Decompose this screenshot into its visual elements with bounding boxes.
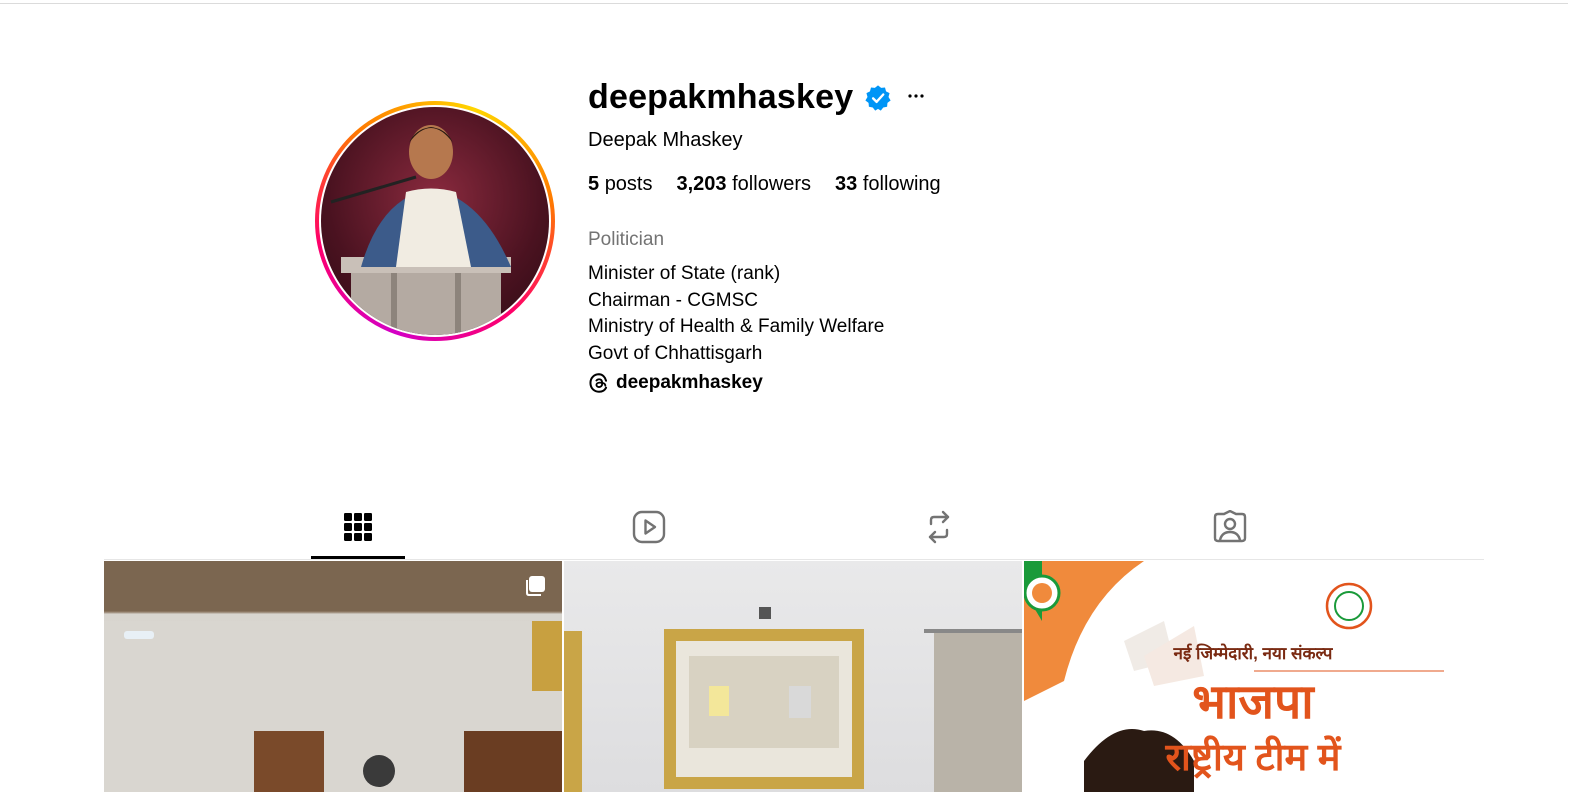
profile-bio: Minister of State (rank) Chairman - CGMS… — [588, 261, 884, 368]
followers-count-value: 3,203 — [676, 173, 727, 195]
post-thumbnail[interactable] — [104, 561, 562, 792]
posts-count-value: 5 — [588, 173, 600, 195]
top-divider — [0, 3, 1568, 4]
more-options-icon[interactable] — [904, 84, 928, 108]
post-thumbnail[interactable]: नई जिम्मेदारी, नया संकल्प भाजपा राष्ट्री… — [1024, 561, 1482, 792]
following-label: following — [862, 173, 941, 195]
reels-icon — [632, 510, 666, 544]
threads-icon — [589, 373, 608, 393]
carousel-icon — [526, 576, 545, 596]
profile-category: Politician — [588, 229, 665, 250]
post-image — [104, 561, 562, 792]
post-thumbnail[interactable] — [564, 561, 1022, 792]
post-text-line: नई जिम्मेदारी, नया संकल्प — [1173, 644, 1333, 663]
bio-line: Ministry of Health & Family Welfare — [588, 316, 885, 338]
profile-full-name: Deepak Mhaskey — [588, 129, 743, 151]
bio-line: Govt of Chhattisgarh — [588, 343, 763, 365]
post-image — [564, 607, 1022, 792]
threads-handle: deepakmhaskey — [616, 372, 763, 393]
followers-link[interactable]: 3,203 followers — [677, 173, 812, 196]
tagged-icon — [1213, 510, 1247, 543]
tab-tagged[interactable] — [1183, 496, 1277, 558]
post-text-line: भाजपा — [1192, 676, 1314, 729]
profile-avatar-story-ring[interactable] — [315, 101, 555, 341]
tab-posts[interactable] — [311, 496, 405, 558]
grid-icon — [344, 513, 372, 541]
following-count-value: 33 — [835, 173, 858, 195]
verified-badge-icon — [865, 85, 891, 111]
avatar-photo — [330, 125, 511, 335]
repost-icon — [928, 510, 950, 544]
tab-reels[interactable] — [602, 496, 696, 558]
posts-count: 5 posts — [588, 173, 653, 196]
posts-count-label: posts — [604, 173, 653, 195]
threads-link[interactable]: deepakmhaskey — [588, 372, 763, 394]
profile-stats: 5 posts 3,203 followers 33 following — [588, 173, 941, 196]
tab-reposts[interactable] — [892, 496, 986, 558]
following-link[interactable]: 33 following — [835, 173, 941, 196]
profile-username: deepakmhaskey — [588, 78, 854, 116]
followers-label: followers — [732, 173, 812, 195]
post-text-line: राष्ट्रीय टीम में — [1165, 737, 1341, 779]
posts-grid: नई जिम्मेदारी, नया संकल्प भाजपा राष्ट्री… — [104, 561, 1484, 792]
bio-line: Minister of State (rank) — [588, 263, 781, 284]
bio-line: Chairman - CGMSC — [588, 289, 758, 311]
profile-tabs — [104, 496, 1484, 560]
active-tab-indicator — [311, 556, 405, 559]
avatar — [321, 107, 549, 335]
